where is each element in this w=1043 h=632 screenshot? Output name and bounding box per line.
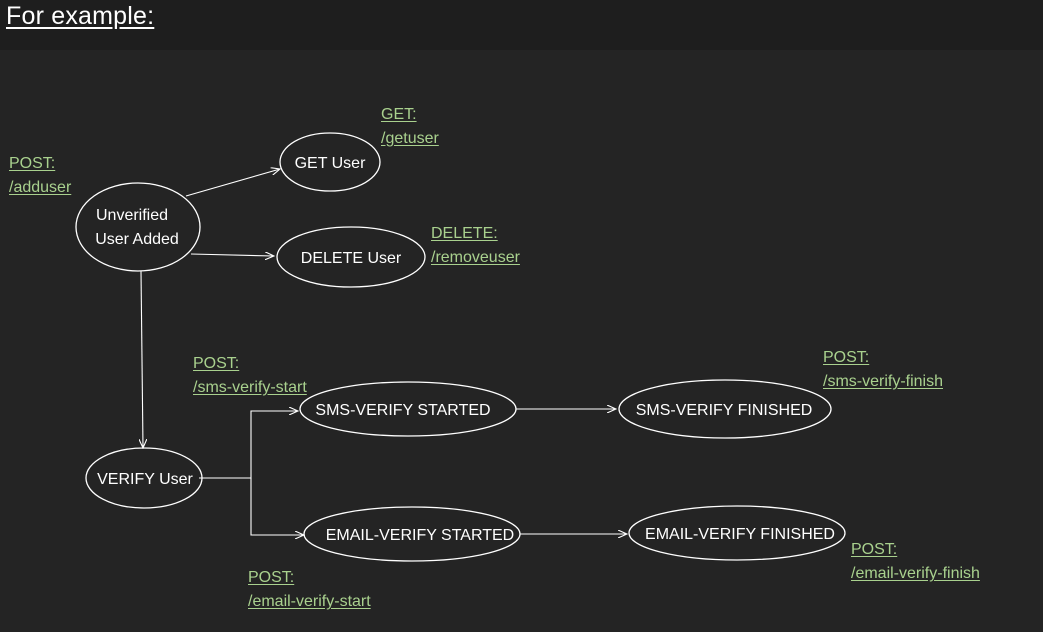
endpoint-sms-start-path: /sms-verify-start (193, 379, 307, 396)
endpoint-getuser-path: /getuser (381, 130, 439, 147)
node-email-verify-started: EMAIL-VERIFY STARTED (303, 506, 521, 562)
node-sms-finished-label: SMS-VERIFY FINISHED (636, 402, 813, 419)
edge-verify-to-sms-started (199, 411, 298, 479)
node-sms-started-label: SMS-VERIFY STARTED (315, 402, 490, 419)
endpoint-label-email-verify-finish: POST: /email-verify-finish (851, 538, 980, 586)
endpoint-label-sms-verify-start: POST: /sms-verify-start (193, 352, 307, 400)
endpoint-sms-finish-method: POST: (823, 349, 870, 366)
node-delete-user-label: DELETE User (301, 250, 402, 267)
node-unverified-user-added: Unverified User Added (75, 182, 201, 272)
node-get-user: GET User (279, 132, 381, 192)
node-email-verify-finished: EMAIL-VERIFY FINISHED (628, 505, 846, 561)
node-sms-verify-finished: SMS-VERIFY FINISHED (618, 379, 832, 439)
endpoint-label-adduser: POST: /adduser (9, 152, 71, 200)
edge-unverified-to-delete (190, 254, 274, 256)
endpoint-adduser-path: /adduser (9, 179, 72, 196)
diagram-canvas: For example: Unverified User Added GET U… (0, 0, 1043, 632)
node-verify-user: VERIFY User (85, 447, 203, 509)
endpoint-email-start-method: POST: (248, 569, 295, 586)
node-unverified-line1: Unverified (96, 207, 168, 224)
endpoint-label-sms-verify-finish: POST: /sms-verify-finish (823, 346, 943, 394)
node-unverified-line2: User Added (95, 231, 179, 248)
endpoint-email-finish-path: /email-verify-finish (851, 565, 980, 582)
endpoint-label-email-verify-start: POST: /email-verify-start (248, 566, 371, 614)
endpoint-email-start-path: /email-verify-start (248, 593, 371, 610)
endpoint-sms-finish-path: /sms-verify-finish (823, 373, 944, 390)
endpoint-email-finish-method: POST: (851, 541, 898, 558)
endpoint-adduser-method: POST: (9, 155, 56, 172)
endpoint-label-getuser: GET: /getuser (381, 103, 439, 151)
edge-unverified-to-get (185, 169, 280, 197)
endpoint-removeuser-path: /removeuser (431, 249, 520, 266)
edge-unverified-to-verify (141, 270, 143, 448)
endpoint-label-removeuser: DELETE: /removeuser (431, 222, 520, 270)
node-get-user-label: GET User (295, 155, 367, 172)
edge-verify-to-email-started (250, 478, 304, 535)
node-delete-user: DELETE User (276, 226, 426, 288)
node-email-started-label: EMAIL-VERIFY STARTED (326, 527, 514, 544)
node-verify-user-label: VERIFY User (97, 471, 193, 488)
node-email-finished-label: EMAIL-VERIFY FINISHED (645, 526, 835, 543)
node-sms-verify-started: SMS-VERIFY STARTED (299, 381, 517, 437)
endpoint-getuser-method: GET: (381, 106, 417, 123)
endpoint-sms-start-method: POST: (193, 355, 240, 372)
endpoint-removeuser-method: DELETE: (431, 225, 498, 242)
